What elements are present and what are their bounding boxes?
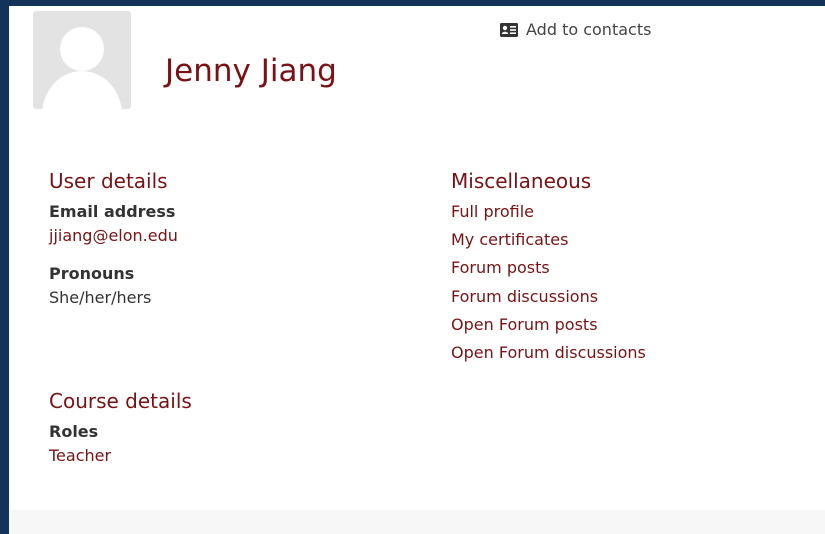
pronouns-label: Pronouns — [49, 264, 135, 283]
email-label: Email address — [49, 202, 176, 221]
email-link[interactable]: jjiang@elon.edu — [49, 226, 178, 245]
add-to-contacts-label: Add to contacts — [526, 20, 652, 39]
full-profile-link[interactable]: Full profile — [451, 202, 534, 221]
pronouns-value: She/her/hers — [49, 288, 152, 307]
open-forum-discussions-link[interactable]: Open Forum discussions — [451, 343, 646, 362]
user-placeholder-icon — [42, 27, 122, 109]
my-certificates-link[interactable]: My certificates — [451, 230, 568, 249]
profile-panel: Jenny Jiang Add to contacts User details… — [9, 6, 825, 534]
miscellaneous-heading: Miscellaneous — [451, 169, 592, 193]
user-details-heading: User details — [49, 169, 168, 193]
forum-discussions-link[interactable]: Forum discussions — [451, 287, 598, 306]
add-to-contacts-link[interactable]: Add to contacts — [500, 20, 651, 39]
forum-posts-link[interactable]: Forum posts — [451, 258, 550, 277]
course-details-heading: Course details — [49, 389, 192, 413]
roles-label: Roles — [49, 422, 99, 441]
user-avatar — [33, 11, 131, 109]
role-teacher-link[interactable]: Teacher — [49, 446, 111, 465]
open-forum-posts-link[interactable]: Open Forum posts — [451, 315, 598, 334]
panel-footer — [9, 510, 825, 534]
contact-card-icon — [500, 22, 518, 37]
user-full-name: Jenny Jiang — [165, 53, 337, 89]
